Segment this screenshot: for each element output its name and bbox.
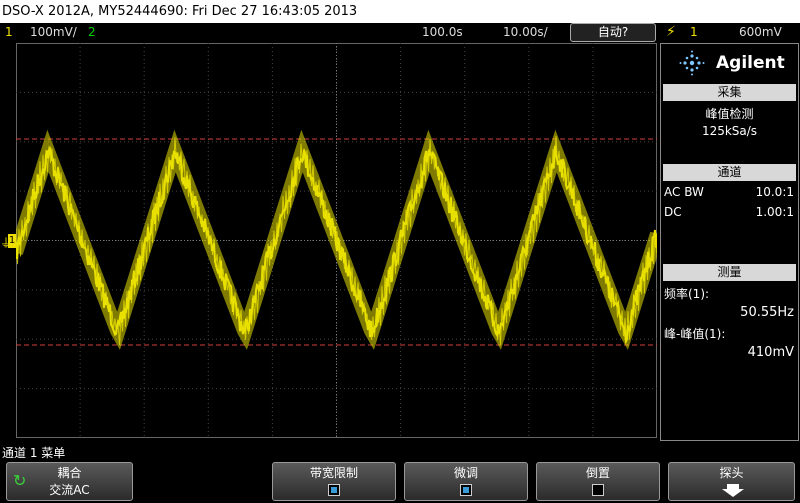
ch1-probe: 10.0:1: [755, 185, 794, 199]
time-delay[interactable]: 100.0s: [422, 25, 463, 40]
fine-softkey[interactable]: 微调: [404, 462, 528, 501]
probe-softkey[interactable]: 探头: [668, 462, 795, 501]
trigger-mode-button[interactable]: 自动?: [570, 23, 656, 42]
agilent-spark-icon: [679, 50, 705, 76]
sample-rate: 125kSa/s: [701, 124, 758, 138]
vpp-value: 410mV: [747, 345, 794, 360]
ch2-number[interactable]: 2: [88, 25, 96, 40]
channel-header: 通道: [663, 164, 796, 181]
trigger-level[interactable]: 600mV: [739, 25, 782, 40]
ch2-probe: 1.00:1: [755, 205, 794, 219]
freq-label: 频率(1):: [664, 287, 710, 301]
acquire-header: 采集: [663, 84, 796, 101]
bandwidth-limit-softkey[interactable]: 带宽限制: [272, 462, 396, 501]
window-title: DSO-X 2012A, MY52444690: Fri Dec 27 16:4…: [0, 0, 800, 23]
ch1-number[interactable]: 1: [5, 25, 13, 40]
coupling-softkey[interactable]: ↻ 耦合 交流AC: [6, 462, 133, 501]
acquire-mode: 峰值检测: [705, 107, 754, 121]
rising-edge-icon: ⚡: [666, 24, 676, 40]
status-bar: 1 100mV/ 2 100.0s 10.00s/ ⚡ 1 600mV: [0, 23, 800, 42]
invert-checkbox: [592, 484, 604, 496]
ch1-coupling: AC BW: [664, 185, 704, 199]
measure-header: 测量: [663, 264, 796, 281]
brand-name: Agilent: [716, 53, 785, 73]
ch2-coupling: DC: [664, 205, 682, 219]
invert-softkey[interactable]: 倒置: [536, 462, 660, 501]
fine-checkbox: [460, 484, 472, 496]
info-panel: Agilent 采集 峰值检测 125kSa/s 通道 AC BW 10.0:1…: [660, 43, 799, 441]
trigger-source[interactable]: 1: [690, 25, 698, 40]
freq-value: 50.55Hz: [740, 305, 794, 320]
menu-title: 通道 1 菜单: [2, 446, 66, 460]
ch1-scale[interactable]: 100mV/: [30, 25, 77, 40]
ch1-ground-marker[interactable]: ⏚ 1: [0, 234, 16, 250]
agilent-logo: Agilent: [661, 44, 798, 82]
vpp-label: 峰-峰值(1):: [664, 327, 726, 341]
waveform-display[interactable]: [9, 43, 664, 438]
waveform-graticule: [9, 43, 664, 438]
bandwidth-limit-checkbox: [328, 484, 340, 496]
time-scale[interactable]: 10.00s/: [503, 25, 548, 40]
down-arrow-icon: [722, 484, 744, 497]
